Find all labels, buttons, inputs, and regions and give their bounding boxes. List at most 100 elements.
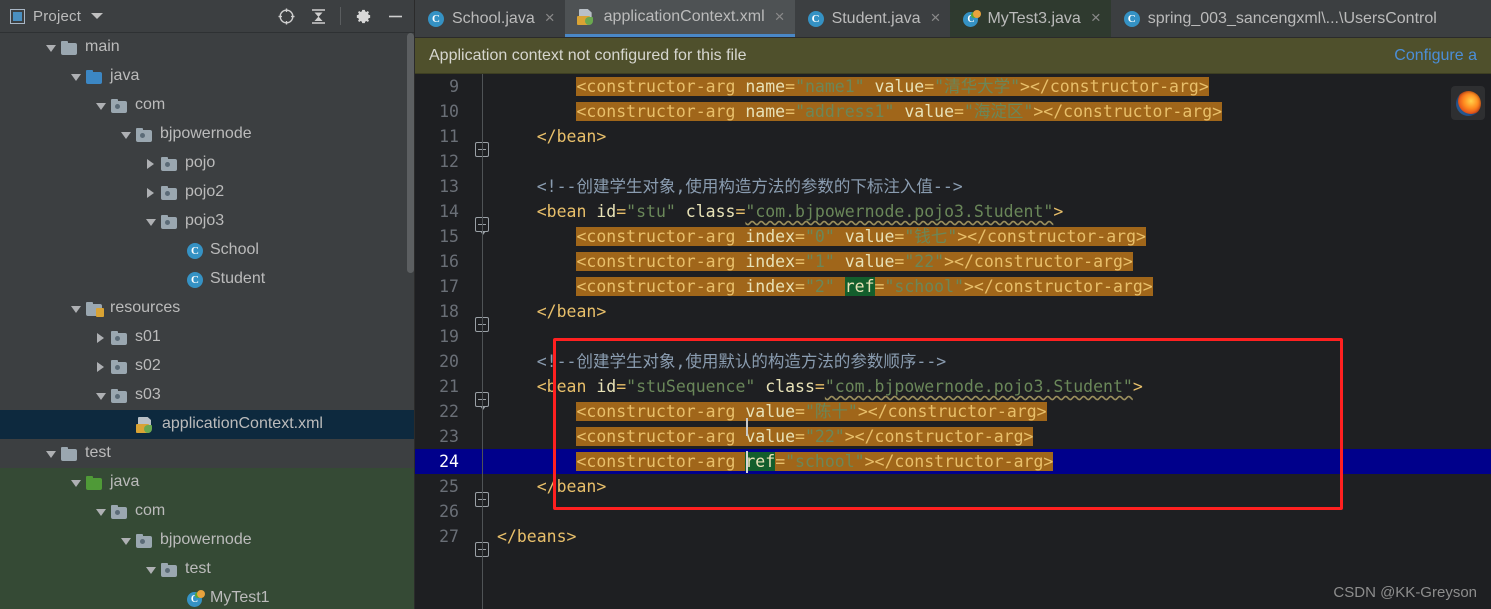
tree-node-s03[interactable]: s03	[0, 381, 415, 410]
tree-node-java[interactable]: java	[0, 468, 415, 497]
chevron-down-icon[interactable]	[93, 388, 109, 404]
line-number: 11	[439, 127, 459, 146]
tree-node-main[interactable]: main	[0, 33, 415, 62]
tree-node-s01[interactable]: s01	[0, 323, 415, 352]
code-line-13[interactable]: 13 <!--创建学生对象,使用构造方法的参数的下标注入值-->	[415, 174, 1491, 199]
browser-preview-button[interactable]	[1451, 86, 1485, 120]
project-scrollbar[interactable]	[407, 33, 414, 273]
code-line-20[interactable]: 20 <!--创建学生对象,使用默认的构造方法的参数顺序-->	[415, 349, 1491, 374]
code-editor[interactable]: 9 <constructor-arg name="name1" value="清…	[415, 74, 1491, 609]
code-token: index	[745, 227, 796, 246]
close-icon[interactable]: ×	[775, 8, 785, 27]
code-line-10[interactable]: 10 <constructor-arg name="address1" valu…	[415, 99, 1491, 124]
code-line-16[interactable]: 16 <constructor-arg index="1" value="22"…	[415, 249, 1491, 274]
chevron-down-icon[interactable]	[93, 98, 109, 114]
settings-gear-icon[interactable]	[353, 6, 373, 26]
tree-node-com[interactable]: com	[0, 497, 415, 526]
editor-tab-spring-003-sancengxml-userscontrol[interactable]: spring_003_sancengxml\...\UsersControl	[1111, 0, 1447, 37]
project-title-group[interactable]: Project	[10, 8, 104, 25]
fold-tree-line	[482, 74, 483, 609]
locate-icon[interactable]	[276, 6, 296, 26]
chevron-down-icon[interactable]	[118, 127, 134, 143]
chevron-right-icon[interactable]	[93, 330, 109, 346]
editor-tab-mytest3-java[interactable]: MyTest3.java ×	[950, 0, 1111, 37]
tree-node-applicationcontext-xml[interactable]: applicationContext.xml	[0, 410, 415, 439]
tree-node-pojo2[interactable]: pojo2	[0, 178, 415, 207]
code-line-24[interactable]: 24 <constructor-arg ref="school"></const…	[415, 449, 1491, 474]
close-icon[interactable]: ×	[1091, 9, 1101, 28]
hide-panel-icon[interactable]	[385, 6, 405, 26]
tree-node-bjpowernode[interactable]: bjpowernode	[0, 120, 415, 149]
configure-link[interactable]: Configure a	[1394, 47, 1477, 65]
code-line-text: <constructor-arg index="0" value="钱七"></…	[497, 224, 1491, 249]
firefox-icon	[1455, 90, 1481, 116]
chevron-right-icon[interactable]	[93, 359, 109, 375]
project-tree[interactable]: main java com bjpowernode pojo pojo2 pojo3 Scho…	[0, 33, 415, 609]
chevron-right-icon[interactable]	[143, 156, 159, 172]
tree-node-test[interactable]: test	[0, 439, 415, 468]
chevron-down-icon[interactable]	[118, 533, 134, 549]
chevron-down-icon[interactable]	[68, 475, 84, 491]
tree-node-pojo3[interactable]: pojo3	[0, 207, 415, 236]
code-line-11[interactable]: 11 </bean>	[415, 124, 1491, 157]
tree-node-label: Student	[210, 270, 266, 287]
editor-tab-school-java[interactable]: School.java ×	[415, 0, 565, 37]
code-line-17[interactable]: 17 <constructor-arg index="2" ref="schoo…	[415, 274, 1491, 299]
collapse-all-icon[interactable]	[308, 6, 328, 26]
code-line-27[interactable]: 27 </beans>	[415, 524, 1491, 557]
code-line-26[interactable]: 26	[415, 499, 1491, 524]
chevron-down-icon[interactable]	[93, 504, 109, 520]
chevron-down-icon[interactable]	[143, 214, 159, 230]
folder-pkg-icon	[111, 504, 129, 520]
line-number: 22	[439, 402, 459, 421]
tree-node-student[interactable]: Student	[0, 265, 415, 294]
code-line-12[interactable]: 12	[415, 149, 1491, 174]
tree-node-label: MyTest1	[210, 589, 270, 606]
chevron-down-icon[interactable]	[91, 13, 104, 19]
tree-node-bjpowernode[interactable]: bjpowernode	[0, 526, 415, 555]
project-view-icon	[10, 8, 25, 24]
code-line-text: <constructor-arg ref="school"></construc…	[497, 449, 1491, 474]
editor-tabbar[interactable]: School.java×applicationContext.xml×Stude…	[415, 0, 1491, 38]
editor-tab-label: applicationContext.xml	[603, 8, 765, 25]
tree-node-school[interactable]: School	[0, 236, 415, 265]
code-line-9[interactable]: 9 <constructor-arg name="name1" value="清…	[415, 74, 1491, 99]
tree-node-test[interactable]: test	[0, 555, 415, 584]
tree-node-com[interactable]: com	[0, 91, 415, 120]
chevron-down-icon[interactable]	[68, 69, 84, 85]
tree-node-resources[interactable]: resources	[0, 294, 415, 323]
editor-tab-student-java[interactable]: Student.java ×	[795, 0, 951, 37]
editor-tab-applicationcontext-xml[interactable]: applicationContext.xml ×	[564, 0, 795, 37]
chevron-down-icon[interactable]	[68, 301, 84, 317]
tree-node-label: com	[135, 96, 166, 113]
close-icon[interactable]: ×	[931, 9, 941, 28]
code-line-text: <!--创建学生对象,使用构造方法的参数的下标注入值-->	[497, 174, 1491, 199]
tree-node-label: test	[85, 444, 111, 461]
code-line-22[interactable]: 22 <constructor-arg value="陈十"></constru…	[415, 399, 1491, 424]
tree-node-java[interactable]: java	[0, 62, 415, 91]
code-line-21[interactable]: 21 <bean id="stuSequence" class="com.bjp…	[415, 374, 1491, 410]
tree-node-s02[interactable]: s02	[0, 352, 415, 381]
tree-node-pojo[interactable]: pojo	[0, 149, 415, 178]
chevron-down-icon[interactable]	[43, 446, 59, 462]
chevron-right-icon[interactable]	[143, 185, 159, 201]
idea-window: Project mainjavacombjpowernodepojop	[0, 0, 1491, 609]
chevron-down-icon[interactable]	[43, 40, 59, 56]
code-line-25[interactable]: 25 </bean>	[415, 474, 1491, 507]
code-line-19[interactable]: 19	[415, 324, 1491, 349]
chevron-down-icon[interactable]	[143, 562, 159, 578]
spring-xml-icon	[576, 9, 597, 25]
code-token: "name1"	[795, 77, 865, 96]
tree-node-mytest1[interactable]: MyTest1	[0, 584, 415, 609]
constructor-arg-highlight: <constructor-arg value="陈十"></constructo…	[576, 402, 1047, 421]
code-token: <constructor-arg	[576, 227, 746, 246]
code-line-18[interactable]: 18 </bean>	[415, 299, 1491, 332]
close-icon[interactable]: ×	[545, 9, 555, 28]
code-line-15[interactable]: 15 <constructor-arg index="0" value="钱七"…	[415, 224, 1491, 249]
code-line-23[interactable]: 23 <constructor-arg value="22"></constru…	[415, 418, 1491, 449]
code-line-14[interactable]: 14 <bean id="stu" class="com.bjpowernode…	[415, 199, 1491, 235]
